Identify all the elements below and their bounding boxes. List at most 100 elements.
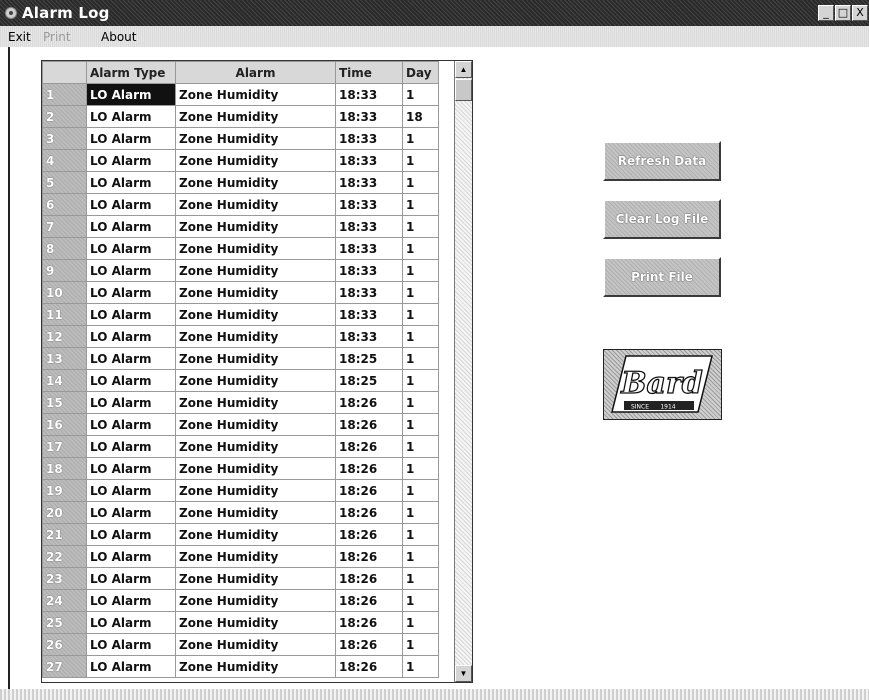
table-row[interactable]: 5 LO Alarm Zone Humidity 18:33 1 (42, 171, 439, 194)
cell-time[interactable]: 18:26 (335, 567, 403, 590)
row-header[interactable]: 22 (42, 545, 87, 568)
cell-day[interactable]: 1 (402, 215, 439, 238)
cell-alarm-type[interactable]: LO Alarm (86, 237, 176, 260)
row-header[interactable]: 21 (42, 523, 87, 546)
cell-day[interactable]: 18 (402, 105, 439, 128)
clear-log-file-button[interactable]: Clear Log File (603, 199, 721, 239)
table-row[interactable]: 4 LO Alarm Zone Humidity 18:33 1 (42, 149, 439, 172)
cell-alarm[interactable]: Zone Humidity (175, 237, 336, 260)
row-header[interactable]: 10 (42, 281, 87, 304)
cell-alarm[interactable]: Zone Humidity (175, 83, 336, 106)
cell-alarm[interactable]: Zone Humidity (175, 633, 336, 656)
table-row[interactable]: 19 LO Alarm Zone Humidity 18:26 1 (42, 479, 439, 502)
cell-time[interactable]: 18:26 (335, 413, 403, 436)
scroll-thumb[interactable] (455, 79, 472, 101)
cell-alarm[interactable]: Zone Humidity (175, 193, 336, 216)
table-row[interactable]: 27 LO Alarm Zone Humidity 18:26 1 (42, 655, 439, 678)
cell-alarm-type[interactable]: LO Alarm (86, 457, 176, 480)
row-header[interactable]: 13 (42, 347, 87, 370)
table-row[interactable]: 21 LO Alarm Zone Humidity 18:26 1 (42, 523, 439, 546)
cell-time[interactable]: 18:33 (335, 105, 403, 128)
table-row[interactable]: 17 LO Alarm Zone Humidity 18:26 1 (42, 435, 439, 458)
cell-alarm[interactable]: Zone Humidity (175, 325, 336, 348)
cell-time[interactable]: 18:33 (335, 303, 403, 326)
cell-alarm[interactable]: Zone Humidity (175, 457, 336, 480)
cell-alarm[interactable]: Zone Humidity (175, 281, 336, 304)
cell-day[interactable]: 1 (402, 259, 439, 282)
row-header[interactable]: 14 (42, 369, 87, 392)
cell-day[interactable]: 1 (402, 171, 439, 194)
cell-alarm[interactable]: Zone Humidity (175, 479, 336, 502)
cell-alarm[interactable]: Zone Humidity (175, 501, 336, 524)
cell-alarm-type[interactable]: LO Alarm (86, 281, 176, 304)
cell-alarm-type[interactable]: LO Alarm (86, 127, 176, 150)
cell-alarm-type[interactable]: LO Alarm (86, 567, 176, 590)
cell-time[interactable]: 18:33 (335, 83, 403, 106)
table-row[interactable]: 15 LO Alarm Zone Humidity 18:26 1 (42, 391, 439, 414)
cell-alarm-type[interactable]: LO Alarm (86, 391, 176, 414)
table-row[interactable]: 13 LO Alarm Zone Humidity 18:25 1 (42, 347, 439, 370)
cell-alarm-type[interactable]: LO Alarm (86, 545, 176, 568)
cell-day[interactable]: 1 (402, 369, 439, 392)
cell-time[interactable]: 18:33 (335, 171, 403, 194)
cell-alarm-type[interactable]: LO Alarm (86, 347, 176, 370)
table-row[interactable]: 10 LO Alarm Zone Humidity 18:33 1 (42, 281, 439, 304)
maximize-button[interactable]: □ (835, 5, 851, 21)
cell-alarm[interactable]: Zone Humidity (175, 589, 336, 612)
cell-alarm-type[interactable]: LO Alarm (86, 369, 176, 392)
column-header-time[interactable]: Time (335, 61, 403, 84)
row-header[interactable]: 3 (42, 127, 87, 150)
cell-alarm-type[interactable]: LO Alarm (86, 215, 176, 238)
cell-alarm-type[interactable]: LO Alarm (86, 479, 176, 502)
row-header[interactable]: 16 (42, 413, 87, 436)
cell-day[interactable]: 1 (402, 413, 439, 436)
table-row[interactable]: 3 LO Alarm Zone Humidity 18:33 1 (42, 127, 439, 150)
row-header[interactable]: 4 (42, 149, 87, 172)
print-file-button[interactable]: Print File (603, 257, 721, 297)
row-header[interactable]: 5 (42, 171, 87, 194)
cell-time[interactable]: 18:26 (335, 457, 403, 480)
cell-alarm[interactable]: Zone Humidity (175, 259, 336, 282)
cell-time[interactable]: 18:33 (335, 237, 403, 260)
cell-alarm[interactable]: Zone Humidity (175, 435, 336, 458)
cell-day[interactable]: 1 (402, 435, 439, 458)
cell-day[interactable]: 1 (402, 611, 439, 634)
table-row[interactable]: 6 LO Alarm Zone Humidity 18:33 1 (42, 193, 439, 216)
cell-day[interactable]: 1 (402, 633, 439, 656)
menu-exit[interactable]: Exit (8, 30, 31, 44)
table-row[interactable]: 16 LO Alarm Zone Humidity 18:26 1 (42, 413, 439, 436)
cell-alarm-type[interactable]: LO Alarm (86, 105, 176, 128)
cell-day[interactable]: 1 (402, 457, 439, 480)
table-row[interactable]: 14 LO Alarm Zone Humidity 18:25 1 (42, 369, 439, 392)
column-header-day[interactable]: Day (402, 61, 439, 84)
scroll-down-arrow-icon[interactable]: ▼ (455, 665, 472, 682)
cell-day[interactable]: 1 (402, 347, 439, 370)
table-row[interactable]: 8 LO Alarm Zone Humidity 18:33 1 (42, 237, 439, 260)
alarm-log-grid[interactable]: Alarm Type Alarm Time Day 1 LO Alarm Zone … (41, 60, 473, 683)
row-header[interactable]: 1 (42, 83, 87, 106)
cell-alarm[interactable]: Zone Humidity (175, 655, 336, 678)
row-header[interactable]: 9 (42, 259, 87, 282)
cell-alarm[interactable]: Zone Humidity (175, 171, 336, 194)
table-row[interactable]: 12 LO Alarm Zone Humidity 18:33 1 (42, 325, 439, 348)
cell-day[interactable]: 1 (402, 589, 439, 612)
cell-alarm-type[interactable]: LO Alarm (86, 149, 176, 172)
table-row[interactable]: 25 LO Alarm Zone Humidity 18:26 1 (42, 611, 439, 634)
table-row[interactable]: 24 LO Alarm Zone Humidity 18:26 1 (42, 589, 439, 612)
cell-alarm-type[interactable]: LO Alarm (86, 303, 176, 326)
cell-time[interactable]: 18:25 (335, 369, 403, 392)
row-header[interactable]: 26 (42, 633, 87, 656)
row-header[interactable]: 18 (42, 457, 87, 480)
menu-about[interactable]: About (101, 30, 136, 44)
row-header[interactable]: 19 (42, 479, 87, 502)
cell-time[interactable]: 18:25 (335, 347, 403, 370)
row-header[interactable]: 7 (42, 215, 87, 238)
cell-day[interactable]: 1 (402, 391, 439, 414)
row-header[interactable]: 15 (42, 391, 87, 414)
row-header[interactable]: 6 (42, 193, 87, 216)
cell-day[interactable]: 1 (402, 567, 439, 590)
table-row[interactable]: 18 LO Alarm Zone Humidity 18:26 1 (42, 457, 439, 480)
cell-time[interactable]: 18:26 (335, 479, 403, 502)
cell-alarm[interactable]: Zone Humidity (175, 391, 336, 414)
cell-day[interactable]: 1 (402, 127, 439, 150)
